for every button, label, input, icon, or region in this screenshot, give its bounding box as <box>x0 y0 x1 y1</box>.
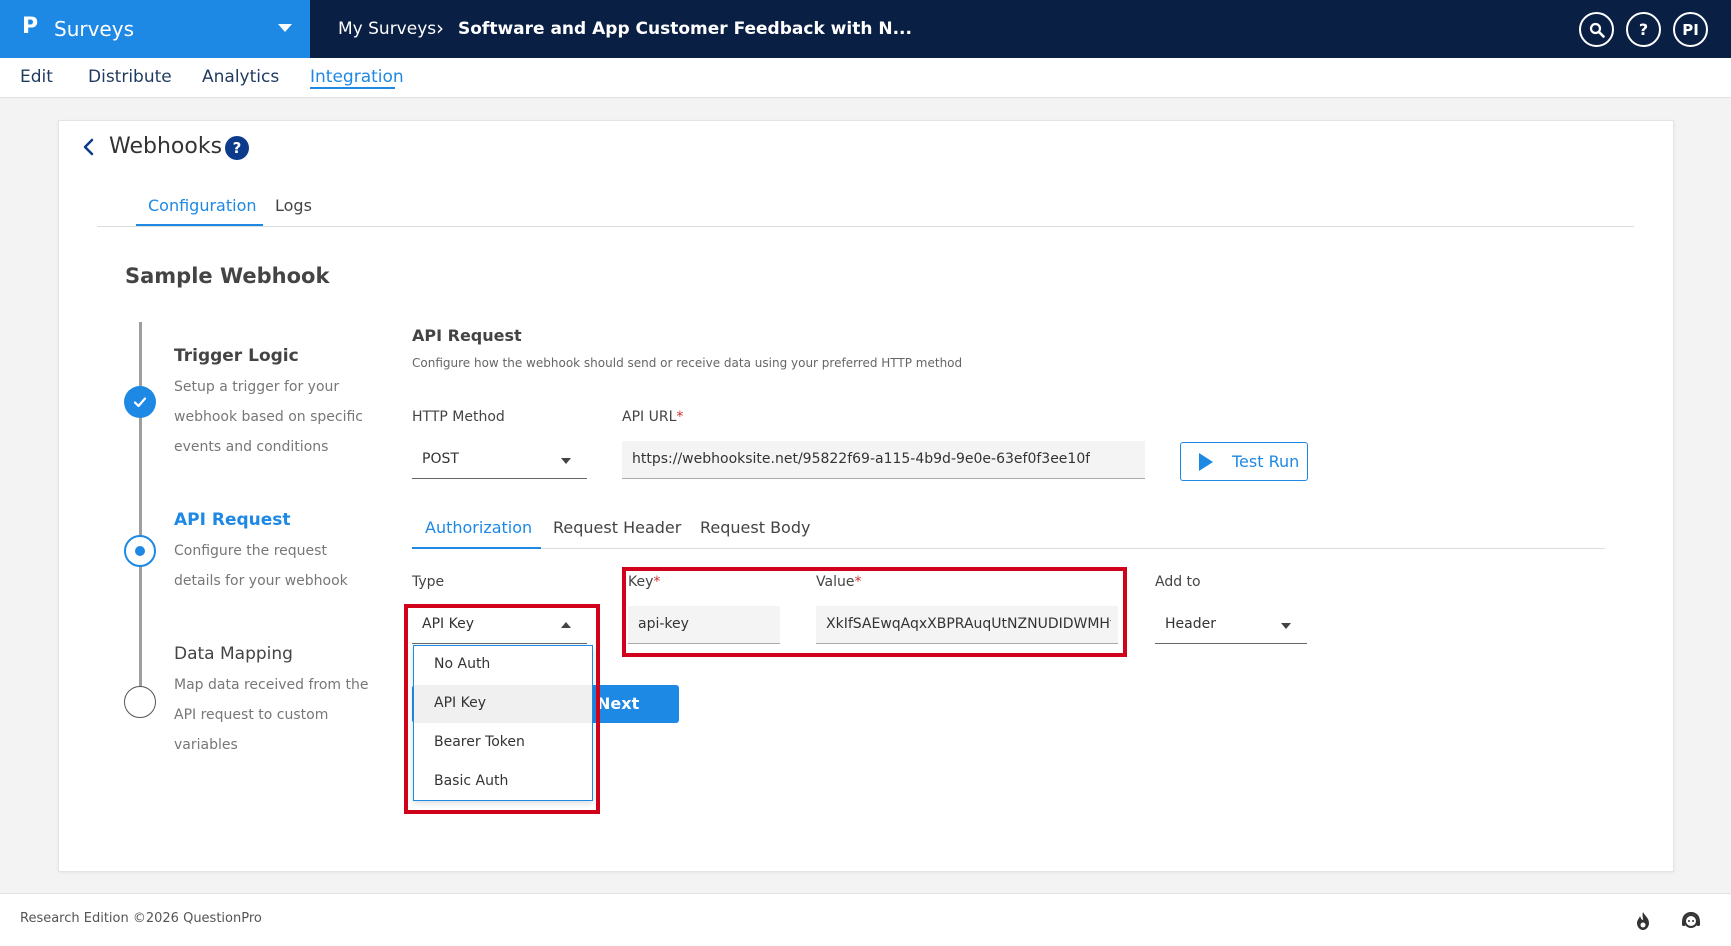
footer-text: Research Edition ©2026 QuestionPro <box>20 911 262 926</box>
help-icon: ? <box>1638 20 1649 39</box>
http-method-select[interactable]: POST <box>412 441 587 479</box>
highlight-auth-type <box>404 604 600 814</box>
top-bar: P Surveys My Surveys › Software and App … <box>0 0 1731 58</box>
api-url-value: https://webhooksite.net/95822f69-a115-4b… <box>632 451 1091 467</box>
search-icon <box>1589 22 1605 38</box>
step-current-marker <box>124 535 156 567</box>
caret-down-icon <box>561 458 571 464</box>
step-api-request-desc: Configure the request details for your w… <box>174 543 348 589</box>
subtab-active-indicator <box>412 547 541 549</box>
test-run-label: Test Run <box>1232 452 1300 471</box>
highlight-key-value <box>622 567 1127 657</box>
next-label: Next <box>597 694 640 713</box>
app-switcher[interactable]: P Surveys <box>0 0 310 58</box>
subtabs-divider <box>412 548 1605 549</box>
step-data-mapping-desc: Map data received from the API request t… <box>174 677 369 753</box>
webhooks-help-icon[interactable]: ? <box>225 136 249 160</box>
subtab-authorization[interactable]: Authorization <box>425 518 532 537</box>
step-trigger-logic-desc: Setup a trigger for your webhook based o… <box>174 379 364 455</box>
add-to-label: Add to <box>1155 574 1201 590</box>
api-request-description: Configure how the webhook should send or… <box>412 356 963 370</box>
nav-integration[interactable]: Integration <box>310 67 404 87</box>
main-nav: Edit Distribute Analytics Integration <box>0 58 1731 98</box>
search-button[interactable] <box>1579 12 1614 47</box>
help-button[interactable]: ? <box>1626 12 1661 47</box>
back-arrow-icon[interactable] <box>78 136 100 158</box>
add-to-select[interactable]: Header <box>1155 606 1307 644</box>
user-initials: PI <box>1682 20 1699 39</box>
nav-edit[interactable]: Edit <box>20 67 53 87</box>
auth-type-label: Type <box>412 574 445 590</box>
flame-icon[interactable] <box>1632 910 1654 932</box>
step-pending-marker <box>124 686 156 718</box>
step-api-request-title[interactable]: API Request <box>174 510 291 530</box>
api-url-label: API URL* <box>622 409 683 425</box>
tab-configuration[interactable]: Configuration <box>148 196 257 215</box>
tab-logs[interactable]: Logs <box>275 196 312 215</box>
user-avatar[interactable]: PI <box>1673 12 1708 47</box>
stepper-line <box>139 322 142 692</box>
check-icon <box>133 397 147 408</box>
step-completed-marker <box>124 386 156 418</box>
required-asterisk: * <box>676 409 684 425</box>
breadcrumb-current-survey: Software and App Customer Feedback with … <box>458 19 912 39</box>
nav-active-indicator <box>310 87 395 89</box>
subtab-request-body[interactable]: Request Body <box>700 518 810 537</box>
nav-distribute[interactable]: Distribute <box>88 67 172 87</box>
http-method-label: HTTP Method <box>412 409 505 425</box>
http-method-value: POST <box>422 451 459 467</box>
footer: Research Edition ©2026 QuestionPro <box>0 893 1731 946</box>
api-request-heading: API Request <box>412 326 522 345</box>
support-agent-icon[interactable] <box>1680 910 1702 932</box>
tabs-divider <box>97 226 1634 227</box>
page-title: Webhooks <box>109 134 223 159</box>
breadcrumb-my-surveys[interactable]: My Surveys <box>338 19 436 39</box>
api-url-label-text: API URL <box>622 409 677 425</box>
caret-down-icon <box>1281 623 1291 629</box>
app-name: Surveys <box>54 17 134 41</box>
add-to-value: Header <box>1165 616 1216 632</box>
step-current-dot <box>135 546 145 556</box>
breadcrumb-separator-icon: › <box>436 16 444 40</box>
step-trigger-logic-title[interactable]: Trigger Logic <box>174 346 299 366</box>
play-icon <box>1199 453 1213 471</box>
test-run-button[interactable]: Test Run <box>1180 442 1308 481</box>
tab-active-indicator <box>136 224 263 226</box>
questionpro-logo-icon: P <box>22 14 39 39</box>
webhook-name: Sample Webhook <box>125 264 330 288</box>
step-data-mapping-title[interactable]: Data Mapping <box>174 644 293 664</box>
nav-analytics[interactable]: Analytics <box>202 67 279 87</box>
api-url-input[interactable]: https://webhooksite.net/95822f69-a115-4b… <box>622 441 1145 479</box>
subtab-request-header[interactable]: Request Header <box>553 518 681 537</box>
chevron-down-icon <box>278 24 292 32</box>
